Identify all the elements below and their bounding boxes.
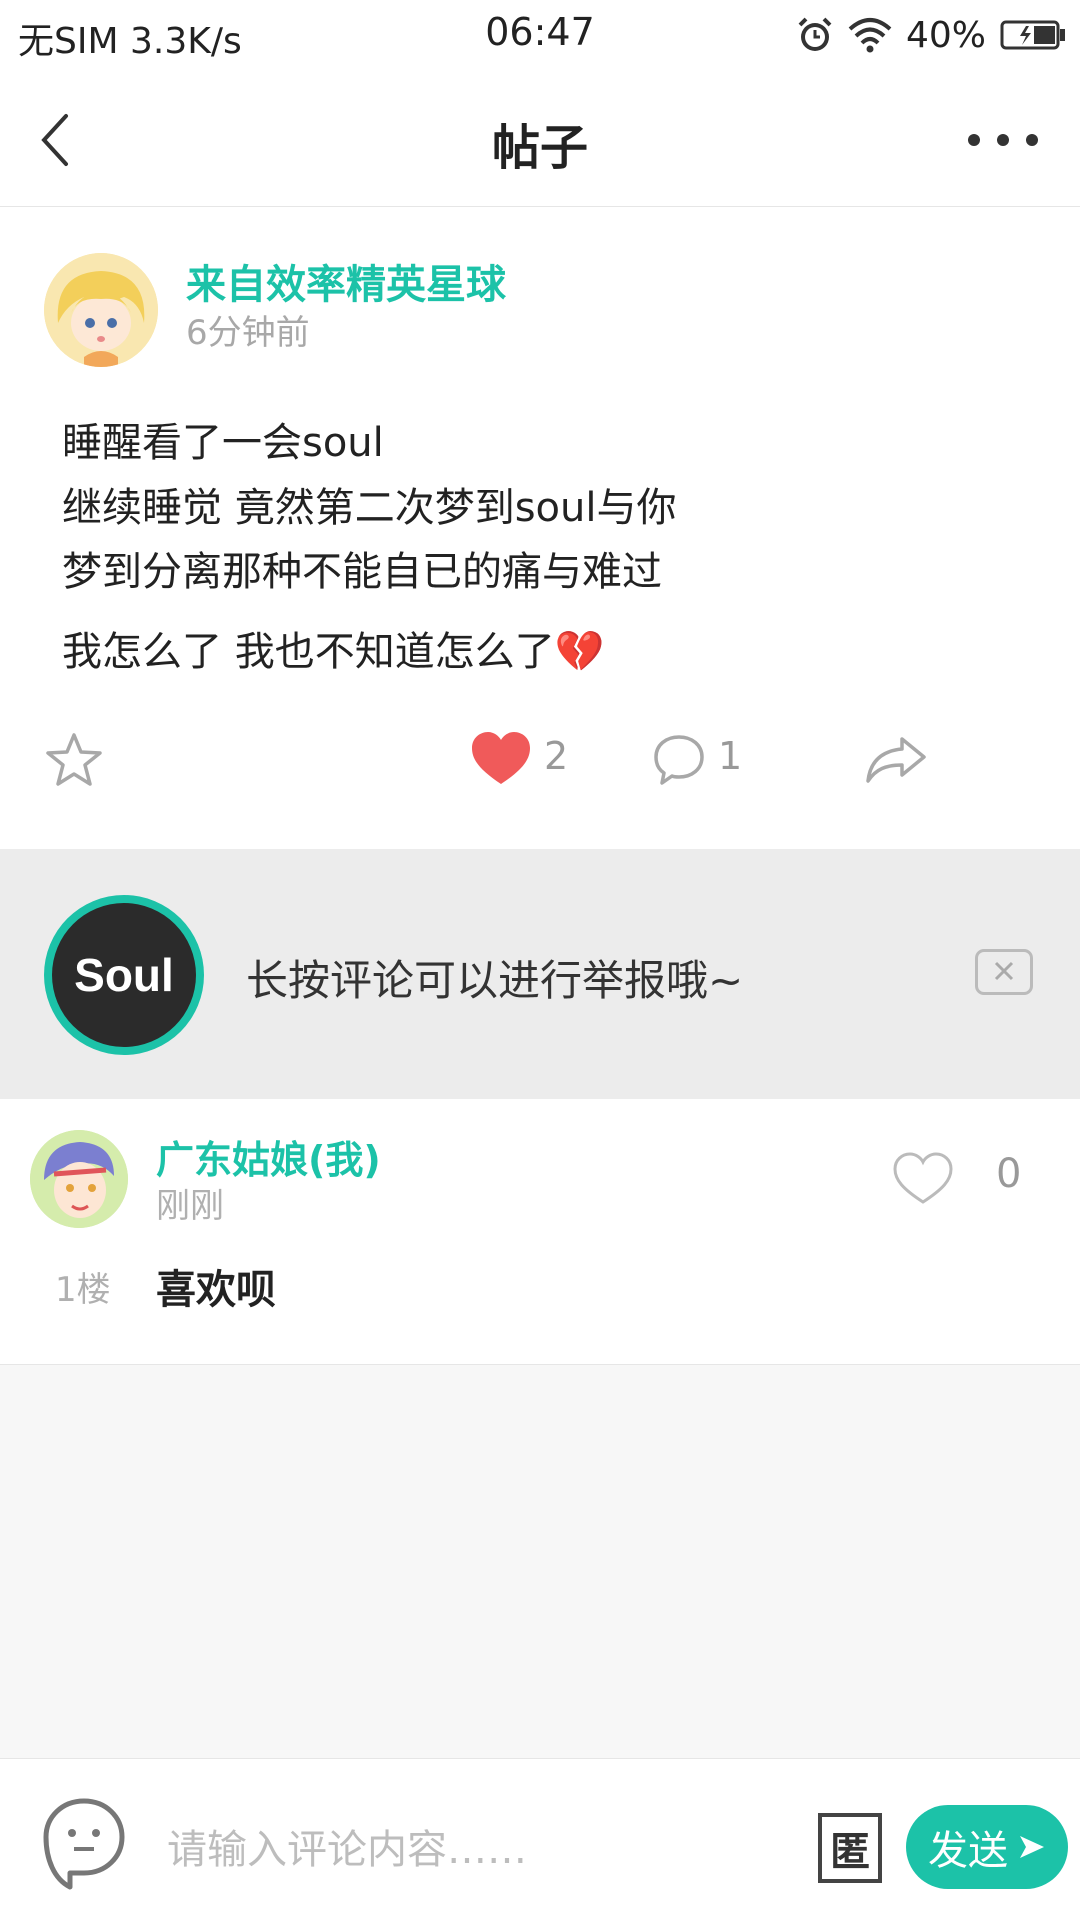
status-icons: 40% xyxy=(796,12,1066,58)
comment-input[interactable] xyxy=(165,1819,809,1881)
more-icon[interactable] xyxy=(966,132,1040,148)
girl-avatar-icon xyxy=(44,253,158,367)
post-author-name[interactable]: 来自效率精英星球 xyxy=(186,252,506,310)
author-avatar[interactable] xyxy=(44,253,158,367)
send-arrow-icon xyxy=(1020,1836,1044,1858)
star-icon[interactable] xyxy=(44,731,104,789)
soul-logo: Soul xyxy=(44,895,204,1055)
like-count: 2 xyxy=(544,734,569,778)
close-icon xyxy=(994,961,1014,981)
comment-input-bar: 匿 发送 xyxy=(0,1758,1080,1921)
battery-percent: 40% xyxy=(905,14,986,56)
report-tip-banner: Soul 长按评论可以进行举报哦~ xyxy=(0,849,1080,1099)
status-bar: 无SIM 3.3K/s 06:47 40% xyxy=(0,0,1080,70)
alarm-icon xyxy=(798,17,832,51)
wifi-icon xyxy=(848,18,892,53)
post-text-line: 睡醒看了一会soul xyxy=(62,420,384,466)
comment-like-count: 0 xyxy=(996,1151,1022,1197)
comment-author-name[interactable]: 广东姑娘(我) xyxy=(156,1129,381,1184)
post-text-line: 继续睡觉 竟然第二次梦到soul与你 xyxy=(62,485,677,531)
battery-icon xyxy=(1000,20,1065,50)
report-tip-text: 长按评论可以进行举报哦~ xyxy=(246,956,744,1005)
soul-logo-text: Soul xyxy=(74,949,174,1001)
comment-bubble-icon[interactable] xyxy=(652,733,706,787)
send-label: 发送 xyxy=(928,1828,1008,1874)
comment-floor: 1楼 xyxy=(55,1270,111,1310)
heart-filled-icon[interactable] xyxy=(470,730,532,786)
page-title: 帖子 xyxy=(491,120,588,176)
header-bar: 帖子 xyxy=(0,70,1080,207)
share-icon[interactable] xyxy=(864,735,928,785)
send-button[interactable]: 发送 xyxy=(906,1805,1068,1889)
comment-item[interactable]: 广东姑娘(我) 刚刚 1楼 喜欢呗 0 xyxy=(0,1099,1080,1365)
post-text-line: 我怎么了 我也不知道怎么了💔 xyxy=(62,629,605,675)
heart-outline-icon[interactable] xyxy=(892,1151,954,1205)
commenter-avatar[interactable] xyxy=(30,1130,128,1228)
emoji-icon[interactable] xyxy=(42,1795,126,1891)
comment-text: 喜欢呗 xyxy=(156,1267,276,1313)
anonymous-toggle[interactable]: 匿 xyxy=(818,1813,882,1883)
boy-avatar-icon xyxy=(30,1130,128,1228)
comment-time: 刚刚 xyxy=(156,1186,224,1226)
comment-count: 1 xyxy=(718,734,743,778)
post-text-line: 梦到分离那种不能自已的痛与难过 xyxy=(62,549,662,595)
close-tip-button[interactable] xyxy=(975,949,1033,995)
post-time: 6分钟前 xyxy=(186,313,310,353)
post-card: 来自效率精英星球 6分钟前 睡醒看了一会soul 继续睡觉 竟然第二次梦到sou… xyxy=(0,207,1080,849)
